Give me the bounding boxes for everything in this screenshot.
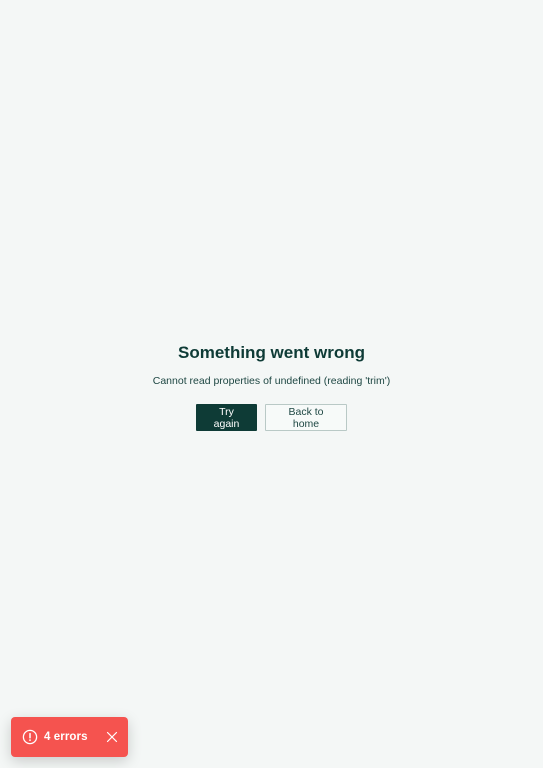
alert-circle-icon [22,729,38,745]
error-toast[interactable]: 4 errors [11,717,128,757]
error-title: Something went wrong [178,343,365,362]
close-icon[interactable] [105,730,119,744]
error-actions: Try again Back to home [0,404,543,431]
try-again-button[interactable]: Try again [196,404,257,431]
page: Something went wrong Cannot read propert… [0,0,543,768]
error-panel: Something went wrong Cannot read propert… [0,342,543,431]
back-to-home-button[interactable]: Back to home [265,404,347,431]
error-count-label: 4 errors [44,731,88,743]
error-message: Cannot read properties of undefined (rea… [152,375,391,387]
